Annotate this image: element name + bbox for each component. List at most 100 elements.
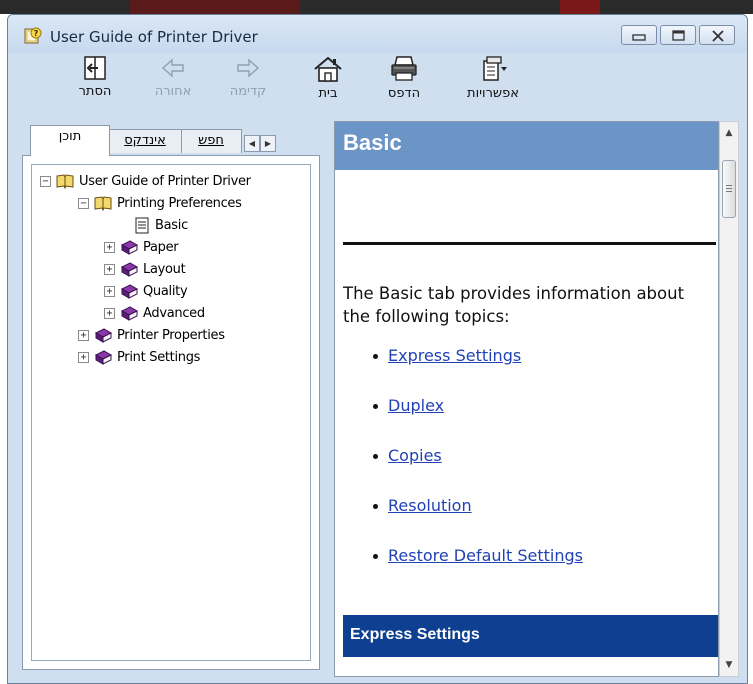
bullet [373, 554, 378, 559]
tab-search-label: חפש [198, 133, 224, 148]
tree-node-label: Quality [143, 283, 188, 299]
tab-index-label: אינדקס [124, 133, 166, 148]
list-item: Copies [373, 446, 442, 465]
tree-node-label: Printer Properties [117, 327, 225, 343]
tree-node-label: User Guide of Printer Driver [79, 173, 251, 189]
options-icon [483, 56, 507, 81]
link-duplex[interactable]: Duplex [388, 396, 444, 415]
minimize-button[interactable] [621, 25, 657, 45]
open-book-icon [94, 196, 112, 211]
link-restore-default-settings[interactable]: Restore Default Settings [388, 546, 583, 565]
tree-node-label: Layout [143, 261, 186, 277]
contents-tree[interactable]: − User Guide of Printer Driver − Printin… [31, 164, 311, 661]
list-item: Duplex [373, 396, 444, 415]
section-header: Express Settings [343, 615, 718, 657]
content-scrollbar[interactable]: ▲ ▼ [719, 121, 739, 677]
forward-button[interactable]: קדימה [218, 55, 278, 113]
nav-tabs: ◀ ▶ חפש אינדקס תוכן [22, 125, 320, 156]
scroll-down-button[interactable]: ▼ [720, 656, 738, 674]
options-label: אפשרויות [467, 86, 519, 101]
tree-node-label: Advanced [143, 305, 205, 321]
desktop-top-strip [0, 0, 753, 14]
bullet [373, 354, 378, 359]
closed-book-icon [94, 328, 112, 343]
tree-node-layout[interactable]: + Layout [104, 258, 186, 280]
print-button[interactable]: הדפס [374, 55, 434, 113]
help-book-icon: ? [24, 27, 42, 44]
page-icon [135, 217, 149, 233]
grip-line [726, 188, 732, 189]
tab-scroll-right-button[interactable]: ▶ [260, 135, 276, 152]
window-title: User Guide of Printer Driver [50, 28, 258, 46]
expand-toggle[interactable]: + [104, 263, 115, 275]
tab-contents-label: תוכן [58, 129, 82, 144]
expand-toggle[interactable]: + [78, 351, 89, 363]
forward-arrow-icon [237, 58, 260, 78]
list-item: Restore Default Settings [373, 546, 583, 565]
close-icon [712, 30, 724, 42]
closed-book-icon [120, 284, 138, 299]
link-express-settings[interactable]: Express Settings [388, 346, 521, 365]
tree-node-quality[interactable]: + Quality [104, 280, 188, 302]
back-button[interactable]: אחורה [143, 55, 203, 113]
tree-node-label: Print Settings [117, 349, 201, 365]
scroll-up-button[interactable]: ▲ [720, 124, 738, 142]
minimize-icon [632, 34, 646, 41]
bullet [373, 504, 378, 509]
tree-node-paper[interactable]: + Paper [104, 236, 179, 258]
closed-book-icon [120, 240, 138, 255]
tree-node-root[interactable]: − User Guide of Printer Driver [40, 170, 251, 192]
bullet [373, 454, 378, 459]
topic-content-pane: Basic The Basic tab provides information… [334, 121, 719, 677]
back-arrow-icon [161, 58, 184, 78]
tab-contents[interactable]: תוכן [30, 125, 110, 156]
closed-book-icon [120, 306, 138, 321]
navigation-pane: ◀ ▶ חפש אינדקס תוכן − User Guide of Prin… [22, 125, 320, 670]
print-icon [391, 56, 417, 81]
topic-header: Basic [335, 122, 718, 170]
svg-text:?: ? [34, 29, 39, 38]
close-button[interactable] [699, 25, 735, 45]
grip-line [726, 185, 732, 186]
hide-button[interactable]: הסתר [65, 55, 125, 113]
link-copies[interactable]: Copies [388, 446, 442, 465]
options-button[interactable]: אפשרויות [463, 55, 523, 113]
section-title: Express Settings [350, 626, 480, 643]
tree-node-advanced[interactable]: + Advanced [104, 302, 205, 324]
bullet [373, 404, 378, 409]
expand-toggle[interactable]: + [78, 329, 89, 341]
expand-toggle[interactable]: + [104, 241, 115, 253]
link-resolution[interactable]: Resolution [388, 496, 472, 515]
tab-search[interactable]: חפש [180, 129, 242, 153]
window-bottom-border [8, 677, 747, 683]
open-book-icon [56, 174, 74, 189]
tab-scroll-left-button[interactable]: ◀ [244, 135, 260, 152]
closed-book-icon [94, 350, 112, 365]
forward-label: קדימה [229, 84, 267, 99]
scroll-thumb[interactable] [722, 160, 736, 218]
help-window: ? User Guide of Printer Driver הסתר אחור… [7, 14, 748, 684]
hide-icon [84, 56, 106, 80]
tree-node-printer-properties[interactable]: + Printer Properties [78, 324, 225, 346]
desktop-background-segment [560, 0, 600, 14]
tab-index[interactable]: אינדקס [108, 129, 182, 153]
contents-tree-pane: − User Guide of Printer Driver − Printin… [22, 155, 320, 670]
tree-node-print-settings[interactable]: + Print Settings [78, 346, 200, 368]
topic-intro-text: The Basic tab provides information about… [343, 284, 685, 326]
expand-toggle[interactable]: + [104, 285, 115, 297]
tree-node-label: Basic [155, 217, 188, 233]
print-label: הדפס [387, 86, 421, 101]
collapse-toggle[interactable]: − [40, 175, 51, 187]
horizontal-rule [343, 242, 716, 245]
tree-node-basic[interactable]: Basic [134, 214, 188, 236]
maximize-icon [672, 30, 685, 41]
collapse-toggle[interactable]: − [78, 197, 89, 209]
pane-splitter[interactable] [326, 121, 334, 677]
tree-node-printing-preferences[interactable]: − Printing Preferences [78, 192, 242, 214]
expand-toggle[interactable]: + [104, 307, 115, 319]
home-button[interactable]: בית [298, 55, 358, 113]
list-item: Express Settings [373, 346, 521, 365]
maximize-button[interactable] [660, 25, 696, 45]
home-icon [314, 56, 342, 82]
title-bar[interactable]: ? User Guide of Printer Driver [8, 15, 747, 53]
